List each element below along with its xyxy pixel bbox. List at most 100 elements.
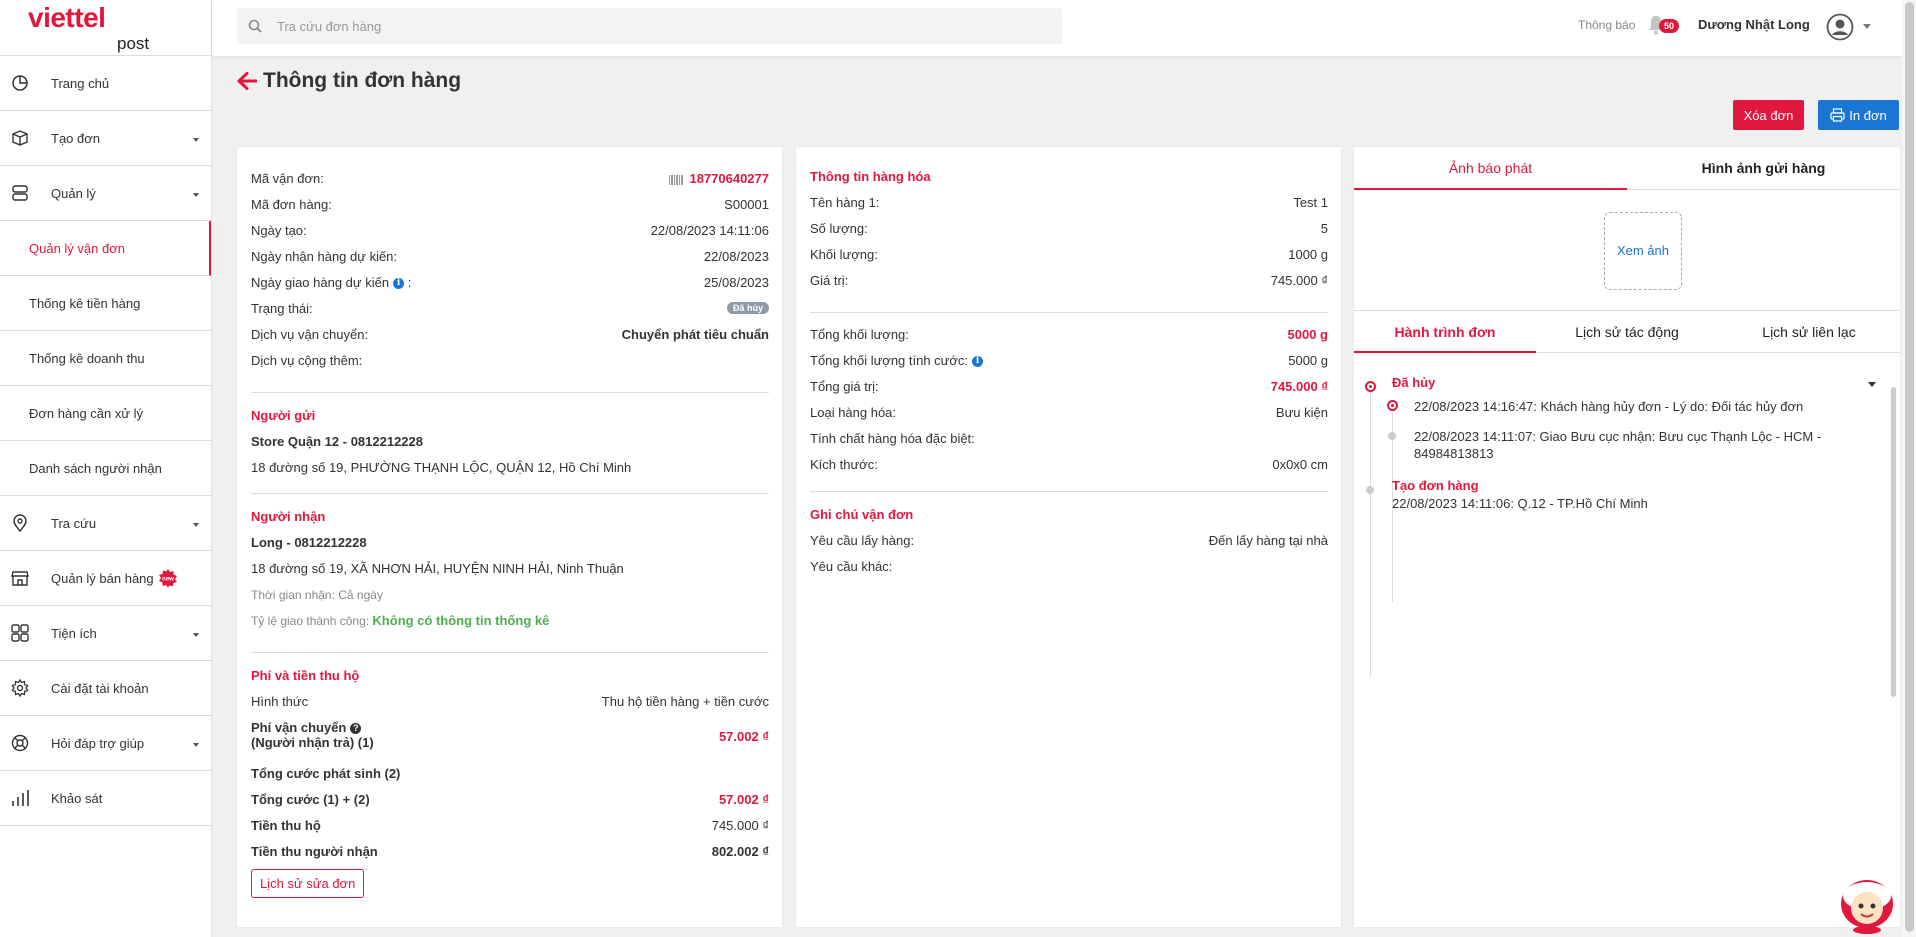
box-icon: [12, 130, 28, 146]
expected-pickup-label: Ngày nhận hàng dự kiến:: [251, 249, 398, 264]
help-icon[interactable]: ?: [350, 723, 362, 735]
divider: [251, 493, 769, 494]
sidebar-item-home[interactable]: Trang chủ: [0, 56, 211, 111]
order-search-box[interactable]: [237, 8, 1062, 44]
bar-chart-icon: [12, 790, 29, 806]
sidebar-item-label: Hỏi đáp trợ giúp: [51, 735, 145, 751]
created-date-row: Ngày tạo: 22/08/2023 14:11:06: [251, 223, 769, 241]
sidebar-item-help[interactable]: Hỏi đáp trợ giúp: [0, 716, 211, 771]
logo-sub-text: post: [117, 34, 150, 53]
journey-status-created: Tạo đơn hàng: [1392, 478, 1479, 493]
tab-action-history[interactable]: Lịch sử tác động: [1536, 311, 1718, 352]
sidebar-item-label: Cài đặt tài khoản: [51, 680, 149, 696]
sidebar-item-utilities[interactable]: Tiện ích: [0, 606, 211, 661]
item-name-label: Tên hàng 1:: [810, 195, 880, 210]
user-name[interactable]: Dương Nhật Long: [1698, 17, 1810, 32]
sidebar-item-survey[interactable]: Khảo sát: [0, 771, 211, 826]
divider: [810, 312, 1328, 313]
map-pin-icon: [13, 514, 27, 533]
dimensions-row: Kích thước: 0x0x0 cm: [810, 457, 1328, 475]
chevron-down-icon[interactable]: [1868, 382, 1876, 387]
item-value-row: Giá trị: 745.000 ₫: [810, 273, 1328, 291]
sidebar-item-label: Tạo đơn: [51, 130, 100, 146]
special-property-label: Tính chất hàng hóa đặc biệt:: [810, 431, 975, 446]
info-icon[interactable]: i: [972, 356, 984, 368]
expected-delivery-colon: :: [407, 275, 412, 290]
print-order-button[interactable]: In đơn: [1818, 100, 1899, 130]
sender-address: 18 đường số 19, PHƯỜNG THẠNH LỘC, QUẬN 1…: [251, 460, 632, 475]
expected-pickup-row: Ngày nhận hàng dự kiến: 22/08/2023: [251, 249, 769, 267]
expected-pickup-value: 22/08/2023: [703, 249, 769, 264]
timeline-dot: [1366, 486, 1374, 494]
addon-service-label: Dịch vụ cộng thêm:: [251, 353, 363, 368]
weight-label: Khối lượng:: [810, 247, 878, 262]
sidebar-item-label: Trang chủ: [51, 75, 110, 91]
mascot-chat-icon[interactable]: [1836, 868, 1898, 934]
quantity-label: Số lượng:: [810, 221, 868, 236]
pickup-request-row: Yêu cầu lấy hàng: Đến lấy hàng tại nhà: [810, 533, 1328, 551]
barcode-icon: [669, 174, 684, 185]
page-scrollbar[interactable]: [1902, 0, 1916, 937]
receiver-name-phone: Long - 0812212228: [251, 535, 367, 550]
notifications-label[interactable]: Thông báo: [1578, 18, 1635, 32]
dimensions-label: Kích thước:: [810, 457, 878, 472]
expected-delivery-label-wrap: Ngày giao hàng dự kiến i :: [251, 275, 411, 290]
delete-order-button[interactable]: Xóa đơn: [1733, 100, 1804, 130]
tab-contact-history[interactable]: Lịch sử liên lạc: [1718, 311, 1900, 352]
addon-service-row: Dịch vụ cộng thêm:: [251, 353, 769, 371]
back-arrow-icon[interactable]: [237, 72, 257, 90]
order-code-value: S00001: [724, 197, 769, 212]
extra-fee-label: Tổng cước phát sinh (2): [251, 766, 401, 781]
shipping-fee-value: 57.002 ₫: [718, 729, 769, 744]
tab-delivery-photo[interactable]: Ảnh báo phát: [1354, 147, 1627, 190]
receiver-pay-row: Tiền thu người nhận 802.002 ₫: [251, 844, 769, 862]
gear-icon: [11, 678, 29, 698]
sidebar-item-sales-management[interactable]: Quản lý bán hàng new: [0, 551, 211, 606]
page-title: Thông tin đơn hàng: [263, 69, 462, 92]
sidebar-item-label: Thống kê tiền hàng: [29, 295, 141, 311]
extra-fee-row: Tổng cước phát sinh (2): [251, 766, 769, 784]
view-image-button[interactable]: Xem ảnh: [1604, 212, 1682, 290]
sidebar-item-waybill-management[interactable]: Quản lý vận đơn: [0, 221, 211, 276]
user-avatar-icon[interactable]: [1826, 13, 1854, 41]
success-rate-value: Không có thông tin thống kê: [372, 613, 550, 628]
order-code-label: Mã đơn hàng:: [251, 197, 332, 212]
sidebar-item-revenue-stats[interactable]: Thống kê doanh thu: [0, 331, 211, 386]
service-label: Dịch vụ vận chuyển:: [251, 327, 369, 342]
expected-delivery-value: 25/08/2023: [703, 275, 769, 290]
sidebar-item-recipient-list[interactable]: Danh sách người nhận: [0, 441, 211, 496]
receiver-pay-label: Tiền thu người nhận: [251, 844, 378, 859]
sidebar-item-goods-money-stats[interactable]: Thống kê tiền hàng: [0, 276, 211, 331]
sidebar-item-orders-to-process[interactable]: Đơn hàng cần xử lý: [0, 386, 211, 441]
tracking-value[interactable]: 18770640277: [669, 171, 769, 186]
service-row: Dịch vụ vận chuyển: Chuyển phát tiêu chu…: [251, 327, 769, 345]
page-scrollbar-thumb[interactable]: [1905, 2, 1914, 932]
sidebar-item-label: Khảo sát: [51, 790, 103, 806]
sidebar-item-account-settings[interactable]: Cài đặt tài khoản: [0, 661, 211, 716]
goods-section-title: Thông tin hàng hóa: [810, 169, 931, 184]
divider: [251, 652, 769, 653]
timeline-dot: [1365, 381, 1376, 392]
tab-sending-photo[interactable]: Hình ảnh gửi hàng: [1627, 147, 1900, 189]
edit-history-button[interactable]: Lịch sử sửa đơn: [251, 869, 365, 898]
total-weight-label: Tổng khối lượng:: [810, 327, 909, 342]
sidebar-item-manage[interactable]: Quản lý: [0, 166, 211, 221]
sidebar-item-lookup[interactable]: Tra cứu: [0, 496, 211, 551]
viettel-post-logo[interactable]: viettel post: [0, 0, 211, 56]
sidebar-item-label: Tra cứu: [51, 515, 97, 531]
chevron-down-icon[interactable]: [1863, 24, 1871, 29]
status-badge: Đã hủy: [726, 302, 769, 314]
timeline-scrollbar[interactable]: [1891, 387, 1896, 697]
other-request-label: Yêu cầu khác:: [810, 559, 893, 574]
total-value-value: 745.000 ₫: [1270, 379, 1328, 394]
goods-type-value: Bưu kiện: [1275, 405, 1328, 420]
info-icon[interactable]: i: [393, 278, 405, 290]
sidebar-item-create-order[interactable]: Tạo đơn: [0, 111, 211, 166]
timeline-dot: [1388, 432, 1396, 440]
total-value-label: Tổng giá trị:: [810, 379, 879, 394]
journey-status-cancelled: Đã hủy: [1392, 375, 1436, 390]
order-search-input[interactable]: [277, 8, 1047, 44]
dimensions-value: 0x0x0 cm: [1272, 457, 1328, 472]
payment-method-label: Hình thức: [251, 694, 309, 709]
tab-order-journey[interactable]: Hành trình đơn: [1354, 311, 1536, 353]
